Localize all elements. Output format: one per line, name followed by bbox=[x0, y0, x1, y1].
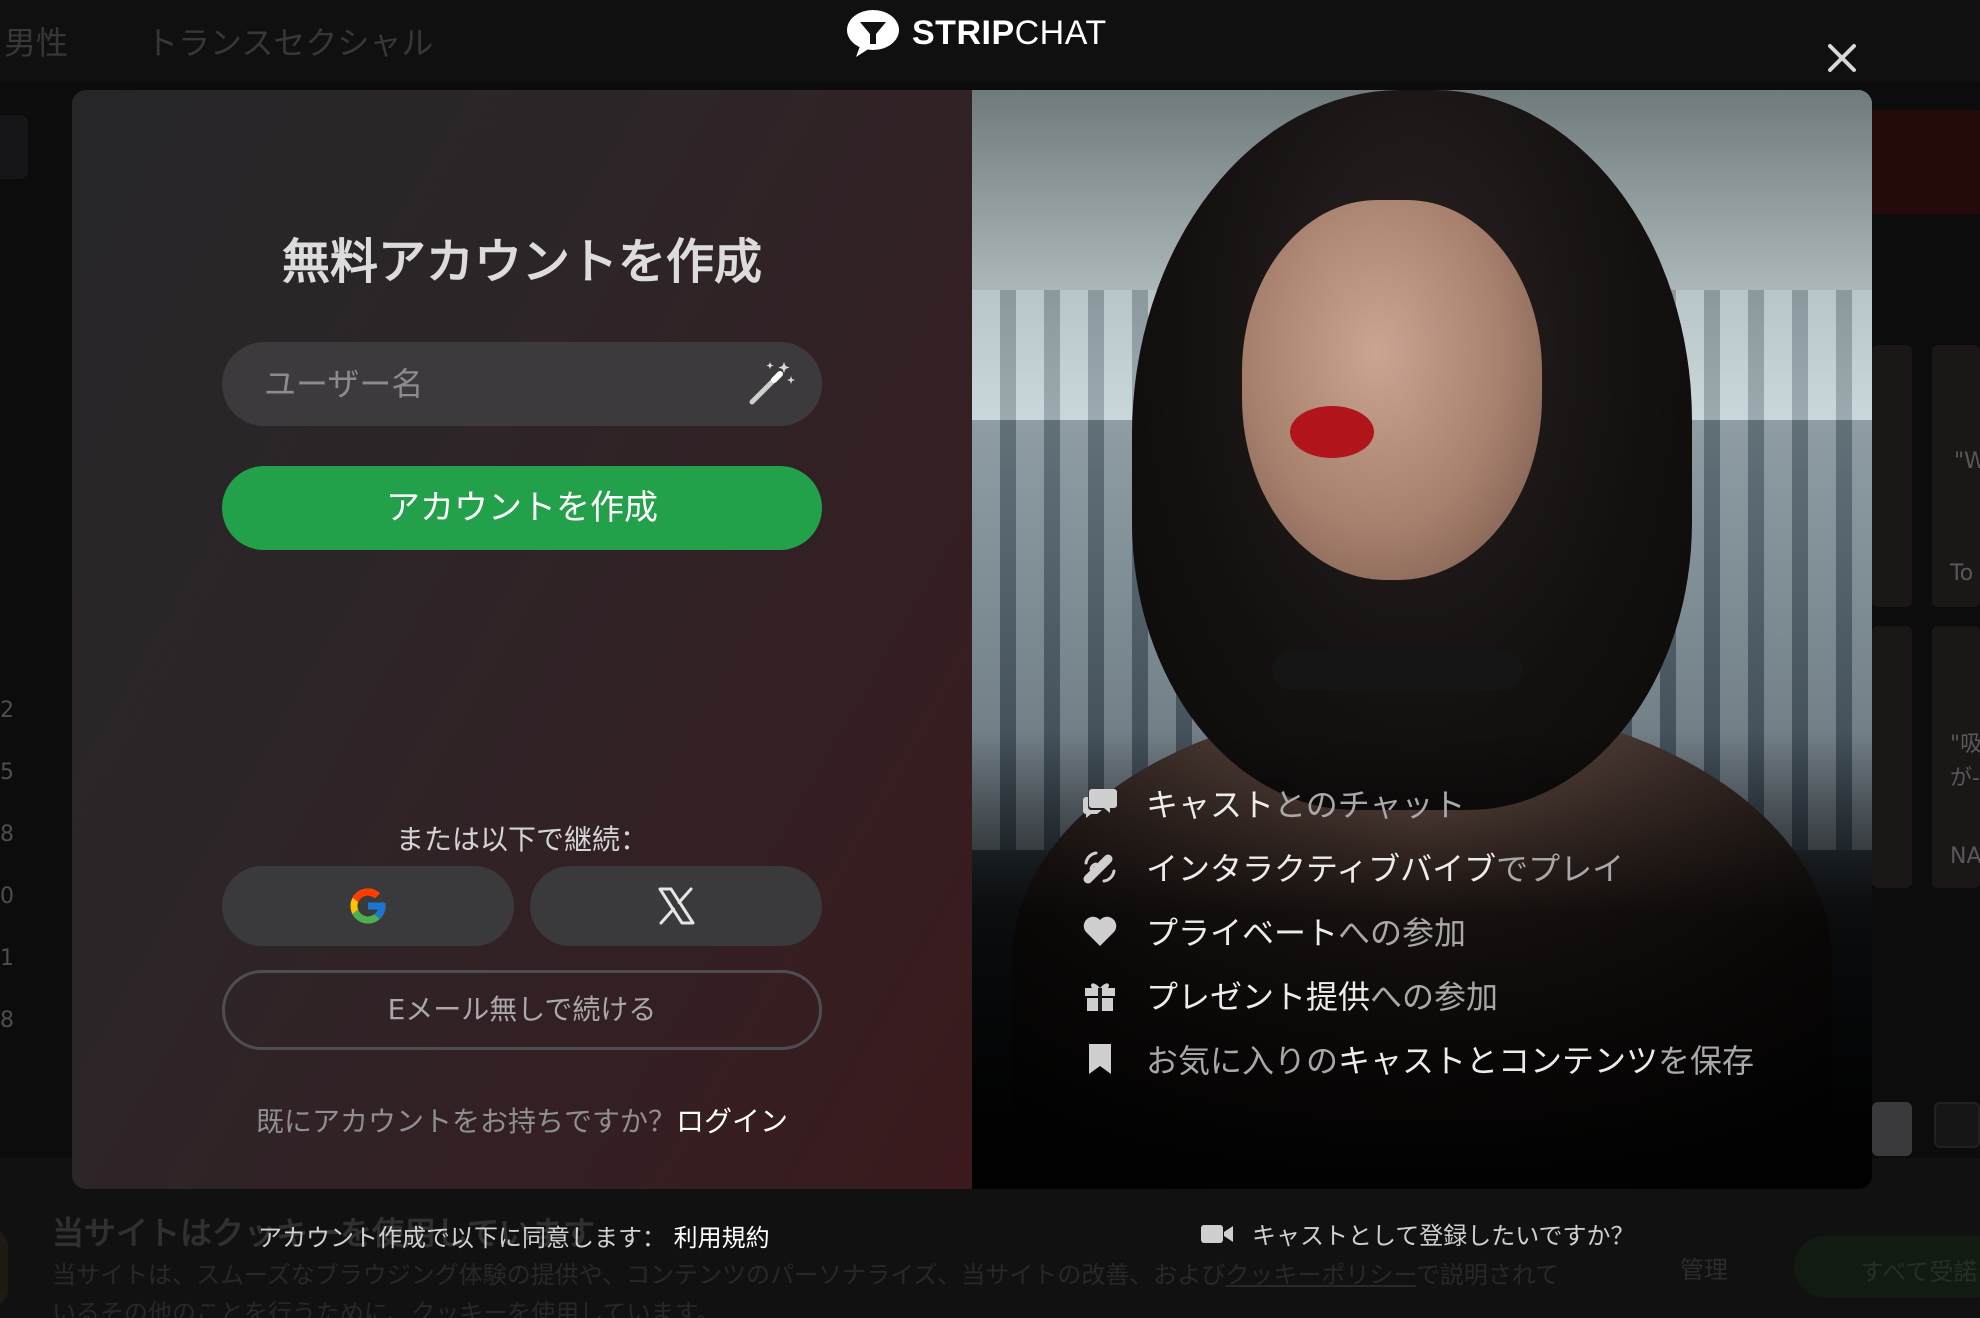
feature-save-bright: キャストとコンテンツ bbox=[1338, 1042, 1659, 1080]
feature-private-bright: プライベート bbox=[1146, 914, 1339, 952]
brand-name-regular: CHAT bbox=[1014, 13, 1107, 52]
become-model-text: キャストとして登録したいですか？ bbox=[1252, 1222, 1635, 1250]
or-continue-text: または以下で継続： bbox=[395, 823, 648, 856]
continue-without-email-button[interactable]: Eメール無しで続ける bbox=[222, 970, 822, 1050]
signup-modal: 無料アカウントを作成 アカウントを作成 または以下で継続： Eメール無し bbox=[72, 90, 1872, 1189]
feature-save-prefix: お気に入りの bbox=[1146, 1042, 1339, 1080]
x-login-button[interactable] bbox=[530, 866, 822, 946]
promo-image-lips bbox=[1290, 406, 1374, 458]
terms-agreement-text: アカウント作成で以下に同意します： bbox=[258, 1224, 666, 1252]
google-login-button[interactable] bbox=[222, 866, 514, 946]
feature-save: お気に入りの キャストとコンテンツ を保存 bbox=[1082, 1036, 1754, 1082]
magic-wand-icon[interactable] bbox=[744, 356, 798, 410]
feature-chat-bright: キャスト bbox=[1146, 786, 1275, 824]
feature-private: プライベート への参加 bbox=[1082, 908, 1466, 954]
modal-title: 無料アカウントを作成 bbox=[281, 234, 762, 290]
terms-link[interactable]: 利用規約 bbox=[674, 1224, 770, 1252]
signup-form-panel: 無料アカウントを作成 アカウントを作成 または以下で継続： Eメール無し bbox=[72, 90, 972, 1189]
feature-gift-bright: プレゼント提供 bbox=[1146, 978, 1371, 1016]
promo-panel: キャスト とのチャット インタラクティブバイブ でプレイ プライベート への参加 プレ… bbox=[972, 90, 1872, 1189]
heart-icon bbox=[1082, 913, 1118, 949]
x-logo-icon bbox=[658, 887, 695, 925]
chat-bubbles-icon bbox=[1082, 785, 1118, 821]
stripchat-logo-icon bbox=[847, 10, 899, 57]
feature-chat-dim: とのチャット bbox=[1274, 786, 1466, 824]
username-input[interactable] bbox=[222, 342, 822, 426]
become-model-link[interactable]: キャストとして登録したいですか？ bbox=[1200, 1216, 1635, 1251]
feature-save-dim: を保存 bbox=[1658, 1042, 1755, 1080]
bookmark-icon bbox=[1082, 1041, 1118, 1077]
login-prompt-text: 既にアカウントをお持ちですか？ bbox=[255, 1105, 676, 1138]
close-icon[interactable] bbox=[1822, 38, 1862, 78]
feature-chat: キャスト とのチャット bbox=[1082, 780, 1465, 826]
brand-logo: STRIPCHAT bbox=[846, 8, 1107, 58]
vibe-icon bbox=[1082, 849, 1118, 885]
terms-agreement: アカウント作成で以下に同意します： 利用規約 bbox=[258, 1218, 770, 1253]
feature-gift-dim: への参加 bbox=[1370, 978, 1499, 1016]
login-link[interactable]: ログイン bbox=[676, 1105, 788, 1138]
login-prompt: 既にアカウントをお持ちですか？ログイン bbox=[72, 1100, 972, 1140]
feature-vibe-dim: でプレイ bbox=[1496, 850, 1625, 888]
promo-image-choker bbox=[1272, 650, 1522, 690]
feature-private-dim: への参加 bbox=[1338, 914, 1467, 952]
video-camera-icon bbox=[1201, 1224, 1233, 1243]
brand-name: STRIPCHAT bbox=[912, 14, 1107, 53]
feature-vibe-bright: インタラクティブバイブ bbox=[1146, 850, 1497, 888]
feature-vibe: インタラクティブバイブ でプレイ bbox=[1082, 844, 1624, 890]
feature-gift: プレゼント提供 への参加 bbox=[1082, 972, 1498, 1018]
gift-icon bbox=[1082, 977, 1118, 1013]
create-account-button[interactable]: アカウントを作成 bbox=[222, 466, 822, 550]
google-icon bbox=[350, 888, 386, 924]
promo-image-face bbox=[1242, 200, 1542, 580]
brand-name-bold: STRIP bbox=[912, 13, 1015, 52]
